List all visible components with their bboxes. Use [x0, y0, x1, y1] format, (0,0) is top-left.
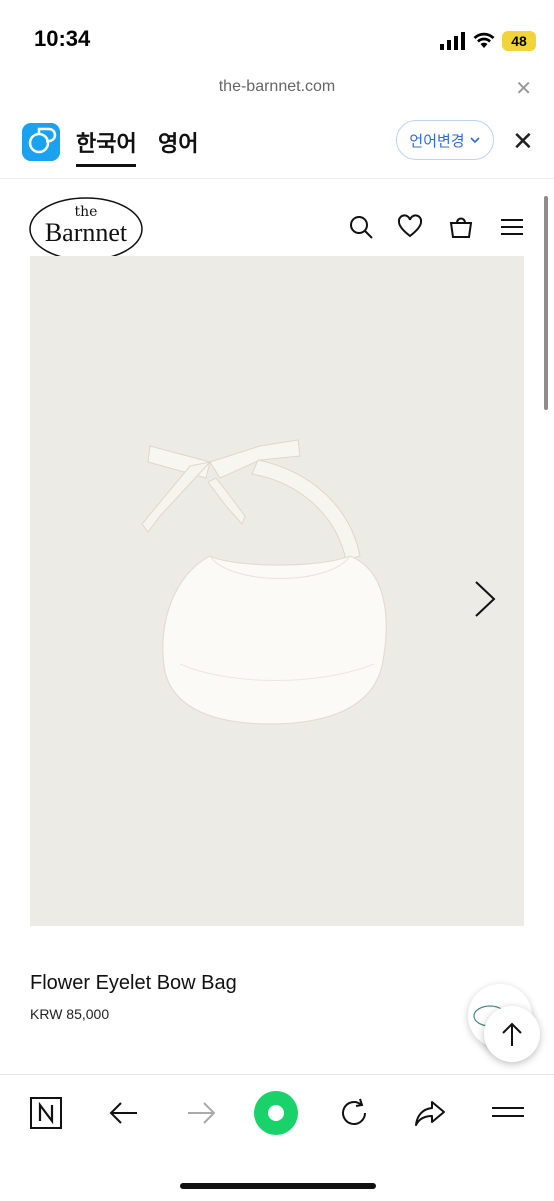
bag-icon[interactable] [448, 214, 474, 240]
papago-icon[interactable] [22, 123, 60, 161]
scrollbar[interactable] [544, 196, 548, 410]
url-bar[interactable]: the-barnnet.com ✕ [0, 70, 554, 105]
share-icon[interactable] [412, 1095, 448, 1131]
url-text[interactable]: the-barnnet.com [0, 78, 554, 96]
refresh-icon[interactable] [336, 1095, 372, 1131]
forward-arrow-icon[interactable] [184, 1095, 220, 1131]
change-language-button[interactable]: 언어변경 [396, 120, 494, 160]
product-name[interactable]: Flower Eyelet Bow Bag [30, 972, 237, 995]
heart-icon[interactable] [397, 214, 423, 240]
search-icon[interactable] [348, 214, 374, 240]
product-image[interactable] [30, 256, 524, 926]
arrow-up-icon [502, 1022, 522, 1046]
tab-korean-underline [76, 164, 136, 167]
wifi-icon [473, 32, 495, 48]
scroll-to-top-button[interactable] [484, 1006, 540, 1062]
menu-icon[interactable] [490, 1095, 526, 1131]
naver-icon[interactable] [28, 1095, 64, 1131]
menu-icon[interactable] [499, 214, 525, 240]
close-icon[interactable]: ✕ [515, 76, 532, 101]
translate-bar: 한국어 영어 언어변경 ✕ [0, 104, 554, 179]
site-logo[interactable]: the Barnnet [28, 196, 144, 262]
chevron-down-icon [470, 137, 480, 144]
chevron-right-icon[interactable] [470, 578, 500, 620]
battery-indicator: 48 [502, 31, 536, 51]
tab-korean[interactable]: 한국어 [76, 126, 137, 158]
tab-english[interactable]: 영어 [158, 126, 198, 158]
product-price: KRW 85,000 [30, 1006, 110, 1022]
home-green-icon[interactable] [254, 1091, 298, 1135]
back-arrow-icon[interactable] [105, 1095, 141, 1131]
logo-barnnet: Barnnet [44, 218, 128, 247]
status-time: 10:34 [34, 26, 91, 51]
close-icon[interactable]: ✕ [512, 126, 534, 157]
status-bar: 10:34 48 [0, 0, 554, 80]
home-indicator [180, 1183, 376, 1189]
signal-icon [440, 32, 465, 50]
change-language-label: 언어변경 [409, 132, 465, 150]
bottom-toolbar [0, 1074, 554, 1201]
